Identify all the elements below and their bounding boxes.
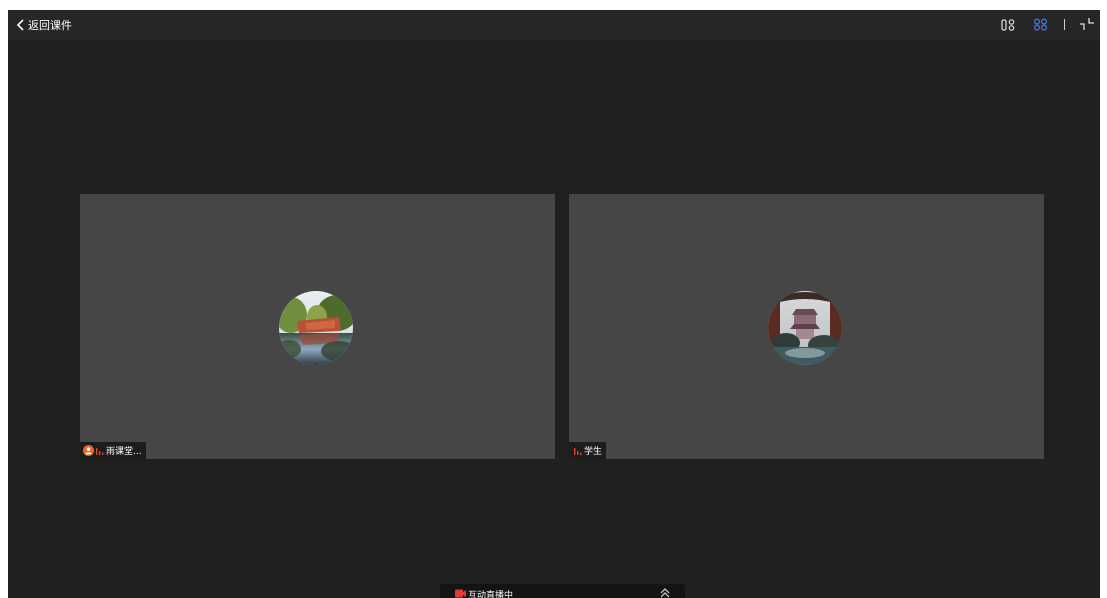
participant-name-tag: 学生	[569, 442, 607, 459]
chevron-left-icon	[16, 19, 24, 31]
mic-level-icon	[96, 448, 104, 455]
divider-icon	[1064, 19, 1065, 30]
participant-name-tag: 雨课堂...	[80, 442, 146, 459]
interactive-live-window: 返回课件 雨课堂... 学生 互动直播中	[8, 10, 1100, 598]
live-status-text: 互动直播中	[468, 591, 514, 598]
layout-speaker-icon[interactable]	[1001, 17, 1015, 32]
mic-level-icon	[574, 448, 582, 455]
participant-video-tile[interactable]: 学生	[569, 194, 1044, 459]
back-label: 返回课件	[28, 19, 72, 32]
pavilion-photo-avatar	[768, 291, 842, 365]
live-camera-icon	[455, 589, 466, 598]
participant-name: 学生	[584, 447, 603, 457]
chevron-double-up-icon[interactable]	[660, 587, 670, 598]
landscape-photo-avatar	[279, 291, 353, 365]
live-status-bar[interactable]: 互动直播中	[440, 584, 685, 598]
exit-fullscreen-icon[interactable]	[1079, 17, 1095, 32]
back-to-slides-button[interactable]: 返回课件	[16, 14, 72, 36]
top-toolbar: 返回课件	[8, 10, 1100, 40]
participant-video-tile[interactable]: 雨课堂...	[80, 194, 555, 459]
layout-grid-icon[interactable]	[1033, 17, 1048, 32]
teacher-badge-icon	[83, 445, 94, 456]
participant-name: 雨课堂...	[106, 447, 142, 457]
